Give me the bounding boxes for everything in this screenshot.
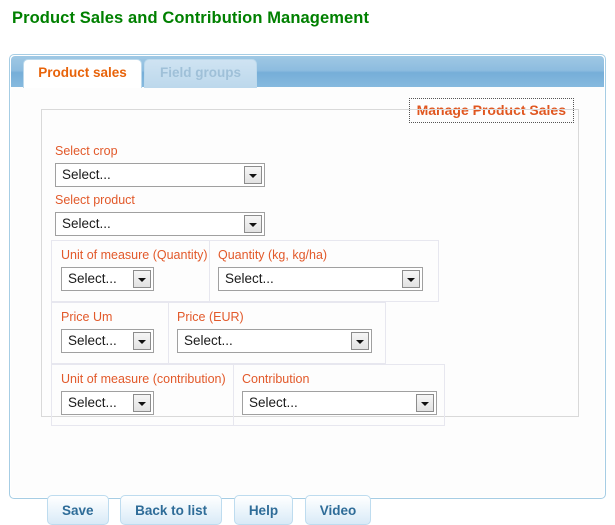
field-quantity: Quantity (kg, kg/ha) Select... xyxy=(218,248,423,291)
chevron-down-icon[interactable] xyxy=(402,270,420,288)
price-um-value: Select... xyxy=(68,333,117,348)
field-select-crop: Select crop Select... xyxy=(55,144,265,187)
select-product-value: Select... xyxy=(62,216,111,231)
tab-panel-product-sales: Manage Product Sales Select crop Select.… xyxy=(11,87,604,525)
select-crop-value: Select... xyxy=(62,167,111,182)
unit-of-measure-contribution-value: Select... xyxy=(68,395,117,410)
price-group: Price Um Select... Price (EUR) Select... xyxy=(51,302,386,364)
save-button[interactable]: Save xyxy=(47,495,109,525)
field-select-product: Select product Select... xyxy=(55,193,265,236)
field-select-product-label: Select product xyxy=(55,193,135,207)
chevron-down-icon[interactable] xyxy=(133,332,151,350)
field-unit-of-measure-contribution: Unit of measure (contribution) Select... xyxy=(61,372,226,415)
chevron-down-icon[interactable] xyxy=(244,215,262,233)
field-price-um-label: Price Um xyxy=(61,310,113,324)
price-eur-value: Select... xyxy=(184,333,233,348)
chevron-down-icon[interactable] xyxy=(133,394,151,412)
help-button[interactable]: Help xyxy=(233,495,294,525)
quantity-dropdown[interactable]: Select... xyxy=(218,267,423,291)
tab-widget: Product sales Field groups Manage Produc… xyxy=(9,54,606,525)
contribution-group-divider xyxy=(233,365,234,425)
field-unit-of-measure-quantity-label: Unit of measure (Quantity) xyxy=(61,248,208,262)
select-crop-dropdown[interactable]: Select... xyxy=(55,163,265,187)
field-unit-of-measure-contribution-label: Unit of measure (contribution) xyxy=(61,372,226,386)
chevron-down-icon[interactable] xyxy=(133,270,151,288)
video-button[interactable]: Video xyxy=(304,495,372,525)
tab-field-groups-label: Field groups xyxy=(160,65,241,80)
contribution-value: Select... xyxy=(249,395,298,410)
tab-field-groups[interactable]: Field groups xyxy=(144,59,257,88)
page-title: Product Sales and Contribution Managemen… xyxy=(12,9,370,27)
field-price-eur: Price (EUR) Select... xyxy=(177,310,372,353)
contribution-group: Unit of measure (contribution) Select...… xyxy=(51,364,445,426)
price-eur-dropdown[interactable]: Select... xyxy=(177,329,372,353)
field-unit-of-measure-quantity: Unit of measure (Quantity) Select... xyxy=(61,248,208,291)
tab-product-sales[interactable]: Product sales xyxy=(23,59,142,88)
field-select-crop-label: Select crop xyxy=(55,144,118,158)
chevron-down-icon[interactable] xyxy=(244,166,262,184)
quantity-group: Unit of measure (Quantity) Select... Qua… xyxy=(51,240,439,302)
tab-bar: Product sales Field groups xyxy=(11,56,604,88)
chevron-down-icon[interactable] xyxy=(351,332,369,350)
back-to-list-button[interactable]: Back to list xyxy=(120,495,223,525)
unit-of-measure-quantity-dropdown[interactable]: Select... xyxy=(61,267,154,291)
unit-of-measure-contribution-dropdown[interactable]: Select... xyxy=(61,391,154,415)
contribution-dropdown[interactable]: Select... xyxy=(242,391,437,415)
field-contribution: Contribution Select... xyxy=(242,372,437,415)
select-product-dropdown[interactable]: Select... xyxy=(55,212,265,236)
form-actions: Save Back to list Help Video xyxy=(47,495,379,525)
field-price-eur-label: Price (EUR) xyxy=(177,310,244,324)
quantity-group-divider xyxy=(209,241,210,301)
field-quantity-label: Quantity (kg, kg/ha) xyxy=(218,248,328,262)
price-um-dropdown[interactable]: Select... xyxy=(61,329,154,353)
unit-of-measure-quantity-value: Select... xyxy=(68,271,117,286)
chevron-down-icon[interactable] xyxy=(416,394,434,412)
price-group-divider xyxy=(168,303,169,363)
field-contribution-label: Contribution xyxy=(242,372,310,386)
field-price-um: Price Um Select... xyxy=(61,310,154,353)
product-sales-form: Select crop Select... Select product Sel… xyxy=(41,109,579,426)
tab-product-sales-label: Product sales xyxy=(38,65,127,80)
quantity-value: Select... xyxy=(225,271,274,286)
